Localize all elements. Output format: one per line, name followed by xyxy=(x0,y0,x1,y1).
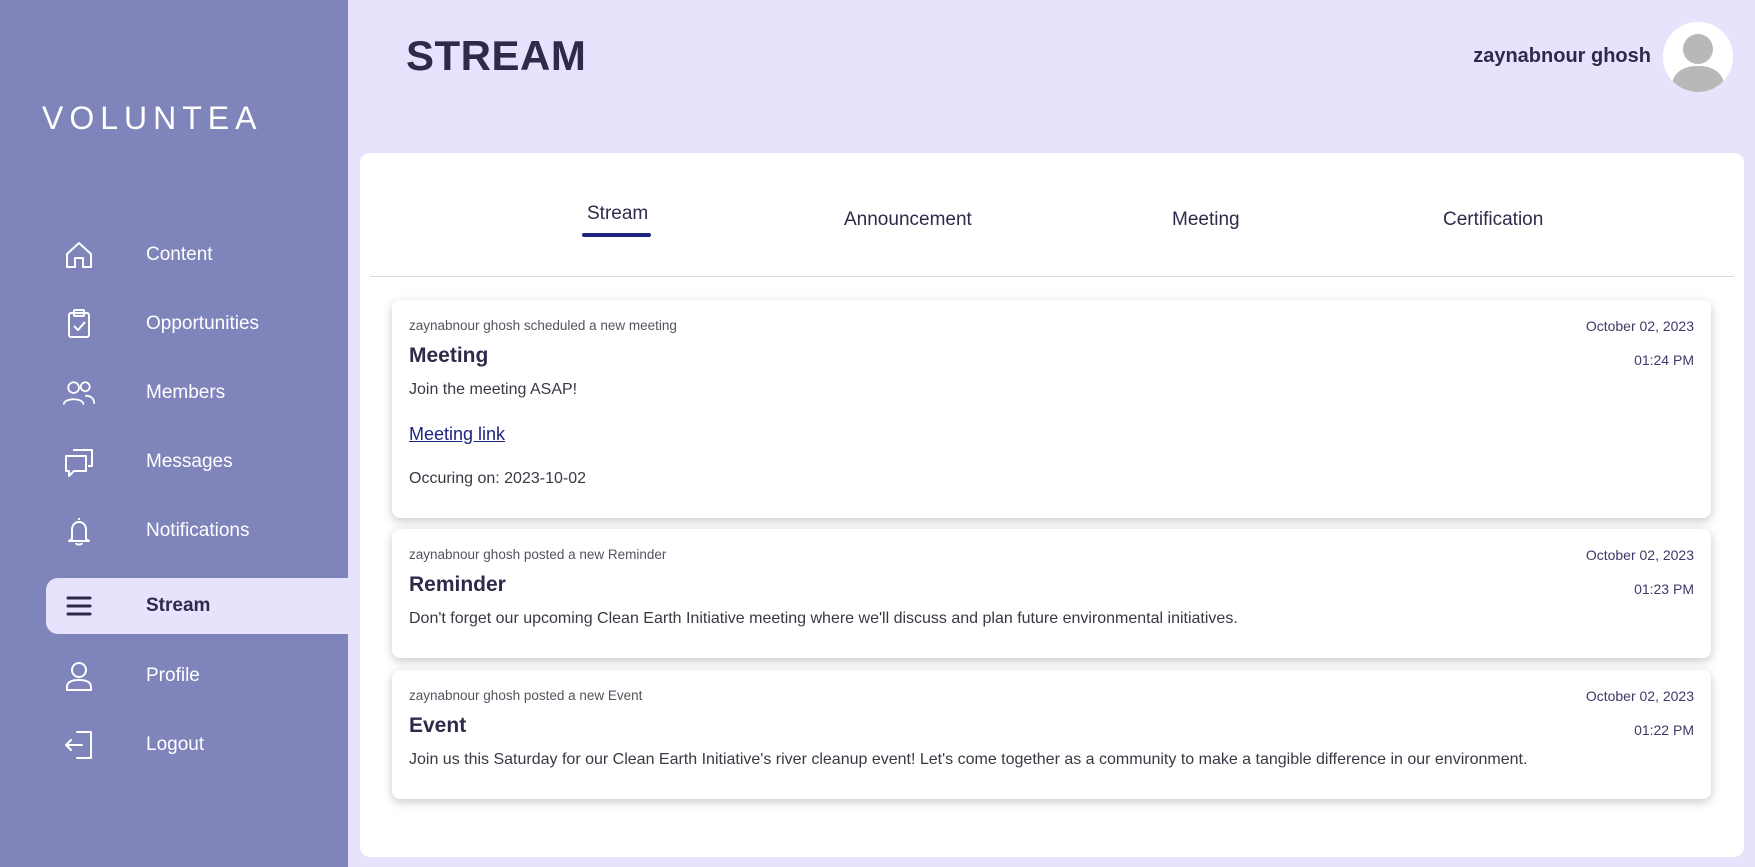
sidebar: VOLUNTEA Content Opportunities Members M… xyxy=(0,0,348,867)
post-time: 01:24 PM xyxy=(1634,352,1694,368)
home-icon xyxy=(62,238,96,272)
sidebar-item-profile[interactable]: Profile xyxy=(46,648,348,704)
app-logo[interactable]: VOLUNTEA xyxy=(42,100,262,136)
chat-icon xyxy=(62,445,96,479)
stream-panel: Stream Announcement Meeting Certificatio… xyxy=(360,153,1744,857)
post-card-reminder: zaynabnour ghosh posted a new Reminder O… xyxy=(392,529,1711,658)
page-title: STREAM xyxy=(406,32,587,79)
sidebar-item-label: Messages xyxy=(146,451,233,472)
logo-text: VOLUNTEA xyxy=(42,99,263,136)
tab-meeting[interactable]: Meeting xyxy=(1172,209,1240,231)
post-body: Don't forget our upcoming Clean Earth In… xyxy=(409,610,1238,627)
active-tab-indicator xyxy=(582,233,651,237)
user-name[interactable]: zaynabnour ghosh xyxy=(1473,45,1651,68)
tab-bar: Stream Announcement Meeting Certificatio… xyxy=(370,153,1734,277)
sidebar-item-opportunities[interactable]: Opportunities xyxy=(46,296,348,352)
sidebar-item-members[interactable]: Members xyxy=(46,365,348,421)
sidebar-item-messages[interactable]: Messages xyxy=(46,434,348,490)
clipboard-check-icon xyxy=(62,307,96,341)
sidebar-item-notifications[interactable]: Notifications xyxy=(46,503,348,559)
users-icon xyxy=(62,376,96,410)
post-card-meeting: zaynabnour ghosh scheduled a new meeting… xyxy=(392,300,1711,518)
sidebar-item-label: Members xyxy=(146,382,226,403)
user-icon xyxy=(62,659,96,693)
post-title: Event xyxy=(409,714,467,737)
bell-icon xyxy=(62,514,96,548)
post-date: October 02, 2023 xyxy=(1585,318,1694,334)
sidebar-item-content[interactable]: Content xyxy=(46,227,348,283)
tab-stream[interactable]: Stream xyxy=(587,203,648,225)
sidebar-item-label: Opportunities xyxy=(146,313,260,334)
post-date: October 02, 2023 xyxy=(1585,547,1694,563)
sidebar-item-label: Notifications xyxy=(146,520,250,541)
avatar-icon[interactable] xyxy=(1663,22,1733,92)
post-meta: zaynabnour ghosh posted a new Event xyxy=(409,688,643,703)
post-time: 01:22 PM xyxy=(1634,722,1694,738)
logout-icon xyxy=(62,728,96,762)
post-title: Reminder xyxy=(409,573,506,596)
post-title: Meeting xyxy=(409,344,489,367)
post-card-event: zaynabnour ghosh posted a new Event Octo… xyxy=(392,670,1711,799)
sidebar-item-stream[interactable]: Stream xyxy=(46,578,348,634)
menu-icon xyxy=(62,589,96,623)
post-body: Join us this Saturday for our Clean Eart… xyxy=(409,751,1528,768)
post-meta: zaynabnour ghosh scheduled a new meeting xyxy=(409,318,677,333)
post-date: October 02, 2023 xyxy=(1585,688,1694,704)
post-body: Join the meeting ASAP! xyxy=(409,381,578,398)
sidebar-item-label: Content xyxy=(146,244,213,265)
meeting-link[interactable]: Meeting link xyxy=(409,424,505,445)
tab-announcement[interactable]: Announcement xyxy=(844,209,972,231)
sidebar-item-label: Stream xyxy=(146,595,211,616)
post-time: 01:23 PM xyxy=(1634,581,1694,597)
sidebar-item-logout[interactable]: Logout xyxy=(46,717,348,773)
sidebar-item-label: Logout xyxy=(146,734,205,755)
post-occurring-date: Occuring on: 2023-10-02 xyxy=(409,470,586,487)
post-meta: zaynabnour ghosh posted a new Reminder xyxy=(409,547,667,562)
sidebar-item-label: Profile xyxy=(146,665,200,686)
tab-certification[interactable]: Certification xyxy=(1443,209,1543,231)
